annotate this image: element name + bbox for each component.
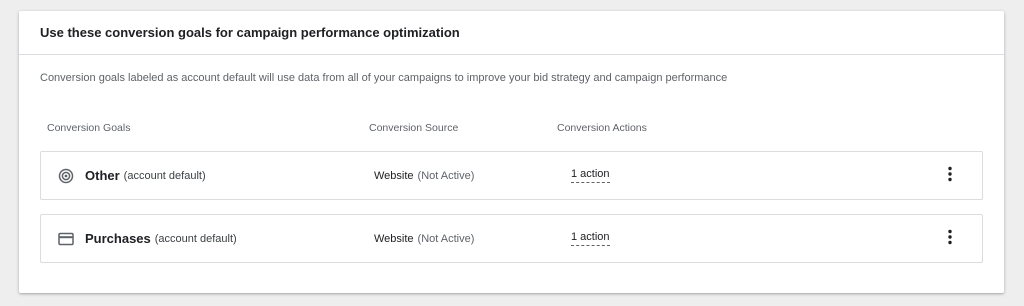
goal-row-other: Other (account default) Website (Not Act… xyxy=(40,151,983,200)
goal-row-purchases: Purchases (account default) Website (Not… xyxy=(40,214,983,263)
more-options-button[interactable] xyxy=(940,229,960,249)
actions-link[interactable]: 1 action xyxy=(571,231,610,246)
card-header: Use these conversion goals for campaign … xyxy=(19,11,1004,55)
column-header-goals: Conversion Goals xyxy=(47,122,131,134)
more-vert-icon xyxy=(948,229,952,250)
source-name: Website xyxy=(374,169,414,182)
conversion-source-cell: Website (Not Active) xyxy=(374,215,474,262)
actions-link[interactable]: 1 action xyxy=(571,168,610,183)
goal-title: Other xyxy=(85,168,120,183)
goal-default-label: (account default) xyxy=(154,232,237,245)
more-vert-icon xyxy=(948,166,952,187)
goal-title: Purchases xyxy=(85,231,151,246)
conversion-actions-cell: 1 action xyxy=(571,152,610,199)
goal-default-label: (account default) xyxy=(123,169,206,182)
credit-card-icon xyxy=(57,230,75,248)
conversion-goals-card: Use these conversion goals for campaign … xyxy=(19,11,1004,293)
goal-name-cell: Purchases (account default) xyxy=(85,215,237,262)
conversion-actions-cell: 1 action xyxy=(571,215,610,262)
column-header-source: Conversion Source xyxy=(369,122,459,134)
conversion-source-cell: Website (Not Active) xyxy=(374,152,474,199)
target-icon xyxy=(57,167,75,185)
card-title: Use these conversion goals for campaign … xyxy=(40,25,460,40)
goal-name-cell: Other (account default) xyxy=(85,152,206,199)
column-header-actions: Conversion Actions xyxy=(557,122,647,134)
card-description: Conversion goals labeled as account defa… xyxy=(40,72,728,84)
source-status: (Not Active) xyxy=(417,232,475,245)
more-options-button[interactable] xyxy=(940,166,960,186)
source-status: (Not Active) xyxy=(417,169,475,182)
source-name: Website xyxy=(374,232,414,245)
